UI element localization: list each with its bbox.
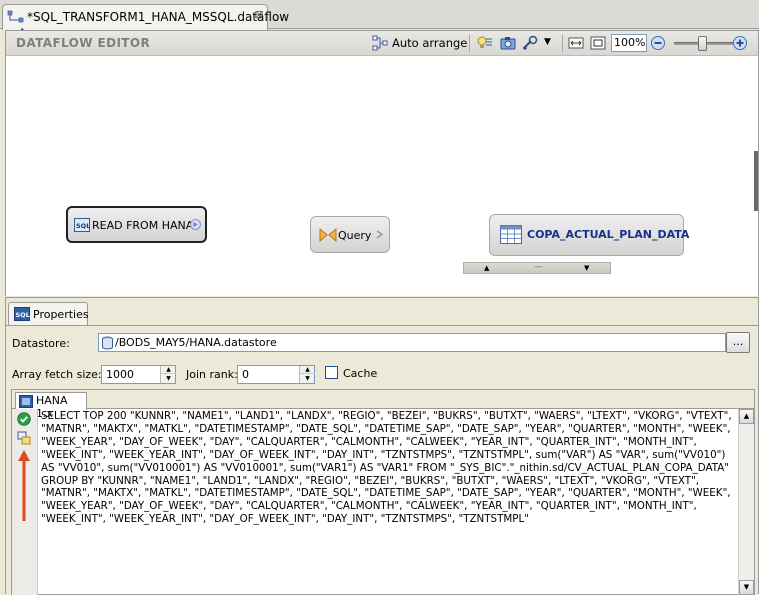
- auto-arrange-button[interactable]: Auto arrange: [392, 36, 467, 50]
- editor-toolbar: DATAFLOW EDITOR Auto arrange ▼ 100%: [6, 31, 758, 56]
- join-rank-spinner[interactable]: 0 ▲ ▼: [237, 365, 315, 384]
- array-fetch-size-label: Array fetch size:: [12, 368, 102, 381]
- properties-tab-label: Properties: [33, 308, 89, 321]
- sql-statement-text[interactable]: SELECT TOP 200 "KUNNR", "NAME1", "LAND1"…: [41, 410, 737, 526]
- output-port-icon[interactable]: [189, 218, 202, 234]
- editor-tab-strip: *SQL_TRANSFORM1_HANA_MSSQL.dataflow ⊠: [0, 0, 759, 48]
- dataflow-editor: DATAFLOW EDITOR Auto arrange ▼ 100% SQL …: [5, 30, 759, 296]
- restore-icon[interactable]: —: [534, 262, 543, 272]
- table-link-icon[interactable]: [17, 431, 31, 448]
- auto-arrange-icon[interactable]: [372, 35, 390, 51]
- zoom-out-icon[interactable]: [650, 35, 668, 51]
- tab-divider: [6, 325, 758, 326]
- dataflow-icon: [7, 10, 25, 24]
- link-tools-icon[interactable]: [522, 35, 540, 51]
- sql-source-icon: SQL: [74, 218, 90, 235]
- array-fetch-size-spinner[interactable]: 1000 ▲ ▼: [101, 365, 176, 384]
- close-icon[interactable]: ⊠: [253, 9, 265, 21]
- fit-width-icon[interactable]: [567, 35, 585, 51]
- canvas-scroll-handle[interactable]: [754, 151, 758, 211]
- node-label: READ FROM HANA: [92, 219, 194, 232]
- table-icon: [500, 225, 522, 247]
- source-node-read-from-hana[interactable]: SQL READ FROM HANA: [66, 206, 207, 243]
- join-rank-label: Join rank:: [186, 368, 238, 381]
- sql-editor: HANA 1.x SELECT TOP 200 "KUNNR", "NAME1"…: [11, 389, 755, 595]
- properties-tab[interactable]: SQL Properties: [8, 302, 89, 325]
- properties-panel: SQL Properties Datastore: /BODS_MAY5/HAN…: [5, 297, 759, 595]
- output-port-icon[interactable]: [374, 228, 386, 244]
- sql-tab-bar: HANA 1.x: [12, 390, 754, 420]
- query-transform-icon: [319, 227, 337, 245]
- editor-tab-title: *SQL_TRANSFORM1_HANA_MSSQL.dataflow: [27, 10, 290, 24]
- svg-text:SQL: SQL: [16, 311, 30, 319]
- dataflow-canvas[interactable]: SQL READ FROM HANA Query COPA_ACTUAL_PLA…: [6, 56, 758, 296]
- zoom-slider-thumb[interactable]: [698, 36, 707, 51]
- spinner-buttons: ▲ ▼: [160, 366, 176, 383]
- check-circle-icon[interactable]: [17, 412, 31, 429]
- editor-title: DATAFLOW EDITOR: [16, 36, 151, 50]
- browse-button[interactable]: ...: [726, 332, 750, 353]
- svg-text:SQL: SQL: [76, 222, 90, 230]
- scroll-down-icon[interactable]: ▼: [739, 580, 754, 595]
- node-label: Query: [338, 229, 372, 242]
- toolbar-separator: [562, 35, 563, 52]
- camera-icon[interactable]: [499, 35, 517, 51]
- dataflow-editor-tab[interactable]: *SQL_TRANSFORM1_HANA_MSSQL.dataflow ⊠: [2, 4, 289, 30]
- zoom-in-icon[interactable]: [732, 35, 750, 51]
- sql-tab-hana[interactable]: HANA 1.x: [15, 392, 87, 420]
- datastore-icon: [101, 336, 114, 353]
- node-label: COPA_ACTUAL_PLAN_DATA: [527, 228, 690, 241]
- datastore-value: /BODS_MAY5/HANA.datastore: [115, 336, 277, 349]
- cache-checkbox[interactable]: [325, 366, 338, 379]
- sql-icon: SQL: [14, 307, 30, 324]
- query-node[interactable]: Query: [310, 216, 390, 253]
- maximize-up-icon[interactable]: ▲: [484, 264, 489, 272]
- datastore-label: Datastore:: [12, 337, 70, 350]
- scroll-up-icon[interactable]: ▲: [739, 409, 754, 424]
- spinner-buttons: ▲ ▼: [299, 366, 315, 383]
- spin-down-icon[interactable]: ▼: [300, 375, 315, 383]
- sql-gutter: [12, 409, 38, 595]
- cache-label: Cache: [343, 367, 378, 380]
- red-up-arrow-icon: [17, 449, 31, 526]
- panel-splitter[interactable]: ▲ — ▼: [463, 262, 611, 274]
- maximize-down-icon[interactable]: ▼: [584, 264, 589, 272]
- join-rank-value: 0: [242, 368, 249, 381]
- spin-down-icon[interactable]: ▼: [161, 375, 176, 383]
- target-table-node[interactable]: COPA_ACTUAL_PLAN_DATA: [489, 214, 689, 256]
- spin-up-icon[interactable]: ▲: [300, 366, 315, 374]
- fit-page-icon[interactable]: [589, 35, 607, 51]
- toolbar-separator: [469, 35, 470, 52]
- array-fetch-size-value: 1000: [106, 368, 134, 381]
- lightbulb-icon[interactable]: [475, 35, 493, 51]
- zoom-level-field[interactable]: 100%: [611, 34, 647, 52]
- chevron-down-icon[interactable]: ▼: [544, 37, 551, 47]
- datastore-field[interactable]: /BODS_MAY5/HANA.datastore: [98, 333, 726, 352]
- spin-up-icon[interactable]: ▲: [161, 366, 176, 374]
- sql-vertical-scrollbar[interactable]: ▲ ▼: [738, 409, 754, 595]
